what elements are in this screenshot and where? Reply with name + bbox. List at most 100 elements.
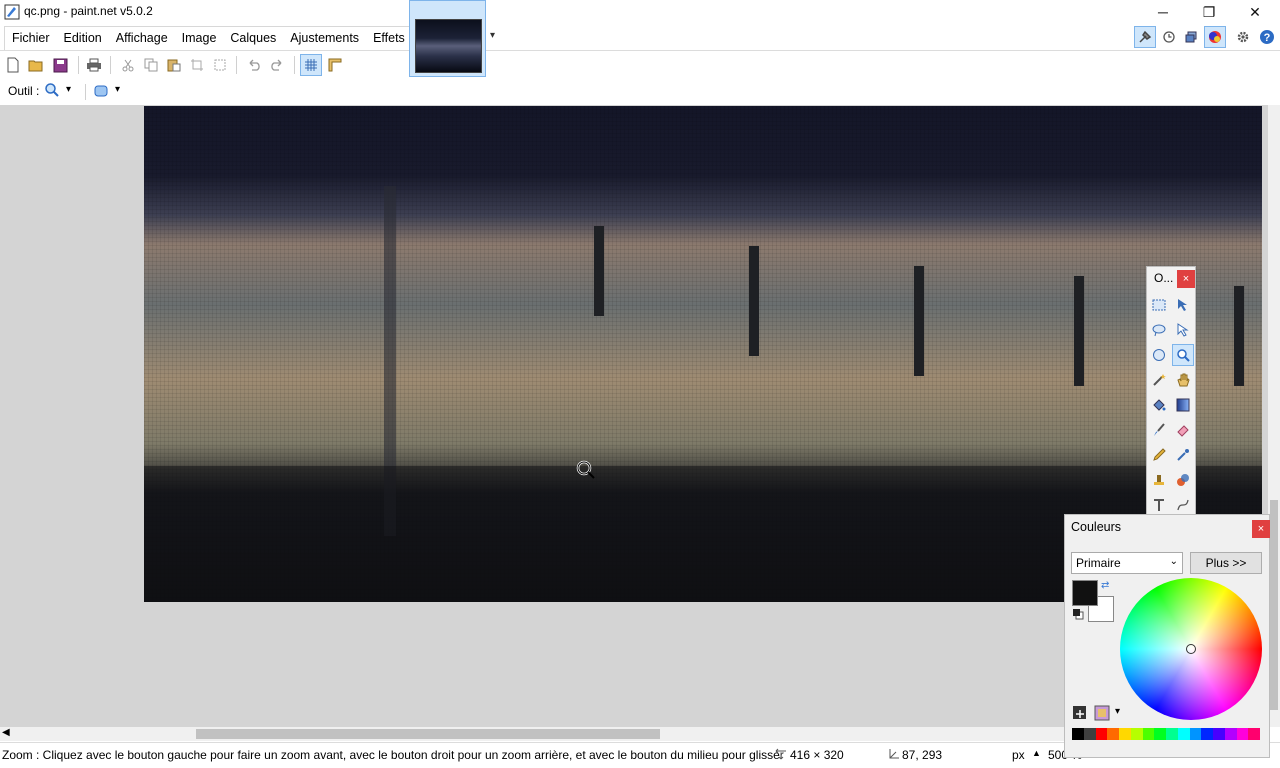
palette-swatch[interactable] (1107, 728, 1119, 740)
minimize-button[interactable]: ─ (1140, 0, 1186, 24)
colors-window-close-button[interactable]: × (1252, 520, 1270, 538)
tool-dropdown-chevron-icon[interactable]: ▾ (66, 84, 71, 95)
status-cursor-position: 87, 293 (902, 748, 943, 762)
undo-icon[interactable] (244, 55, 264, 75)
status-unit[interactable]: px (1012, 748, 1025, 762)
layers-icon[interactable] (1180, 26, 1202, 48)
menu-effets[interactable]: Effets (366, 27, 412, 51)
chevron-down-icon[interactable]: ▾ (490, 30, 495, 41)
copy-icon[interactable] (141, 55, 161, 75)
cursor-position-icon (888, 748, 900, 760)
tool-label: Outil : (8, 84, 40, 98)
toolbar-divider (78, 56, 79, 74)
palette-swatch[interactable] (1236, 728, 1249, 740)
add-color-icon[interactable] (1072, 705, 1088, 721)
maximize-button[interactable]: ❐ (1186, 0, 1232, 24)
menu-edition[interactable]: Edition (57, 27, 109, 51)
palette-swatch[interactable] (1130, 728, 1143, 740)
lasso-tool-icon[interactable] (1148, 319, 1170, 341)
color-picker-tool-icon[interactable] (1172, 444, 1194, 466)
zoom-icon[interactable] (44, 82, 60, 98)
unit-dropdown-chevron-icon[interactable]: ▲ (1032, 748, 1041, 758)
color-palette[interactable] (1072, 728, 1260, 740)
app-icon (4, 4, 20, 20)
open-icon[interactable] (26, 55, 46, 75)
palette-swatch[interactable] (1177, 728, 1190, 740)
cut-icon[interactable] (118, 55, 138, 75)
eraser-tool-icon[interactable] (1172, 419, 1194, 441)
palette-swatch[interactable] (1083, 728, 1096, 740)
history-icon[interactable] (1158, 26, 1180, 48)
palette-swatch[interactable] (1142, 728, 1155, 740)
tools-window-icon[interactable] (1134, 26, 1156, 48)
tools-window-title: O... (1154, 271, 1174, 285)
image-size-icon (775, 748, 787, 760)
pencil-tool-icon[interactable] (1148, 444, 1170, 466)
menu-divider (0, 50, 1280, 51)
palette-swatch[interactable] (1095, 728, 1108, 740)
grid-icon[interactable] (300, 54, 322, 76)
redo-icon[interactable] (267, 55, 287, 75)
scroll-left-arrow-icon[interactable]: ◀ (2, 727, 10, 738)
palette-swatch[interactable] (1166, 728, 1178, 740)
magic-wand-tool-icon[interactable] (1148, 369, 1170, 391)
text-tool-icon[interactable] (1148, 494, 1170, 516)
palette-swatch[interactable] (1072, 728, 1084, 740)
recolor-tool-icon[interactable] (1172, 469, 1194, 491)
paint-bucket-tool-icon[interactable] (1148, 394, 1170, 416)
help-icon[interactable]: ? (1256, 26, 1278, 48)
close-button[interactable]: ✕ (1232, 0, 1278, 24)
swap-colors-icon[interactable]: ⇄ (1101, 580, 1109, 591)
new-icon[interactable] (3, 55, 23, 75)
ellipse-select-tool-icon[interactable] (1148, 344, 1170, 366)
status-image-size: 416 × 320 (790, 748, 844, 762)
palette-swatch[interactable] (1119, 728, 1131, 740)
print-icon[interactable] (84, 55, 104, 75)
paintbrush-tool-icon[interactable] (1148, 419, 1170, 441)
palette-swatch[interactable] (1213, 728, 1225, 740)
tools-window-close-button[interactable]: × (1177, 270, 1195, 288)
settings-gear-icon[interactable] (1232, 26, 1254, 48)
move-selection-tool-icon[interactable] (1172, 294, 1194, 316)
move-selected-tool-icon[interactable] (1172, 319, 1194, 341)
deselect-icon[interactable] (210, 55, 230, 75)
color-wheel-marker[interactable] (1186, 644, 1196, 654)
more-colors-button[interactable]: Plus >> (1190, 552, 1262, 574)
ruler-icon[interactable] (325, 55, 345, 75)
gradient-tool-icon[interactable] (1172, 394, 1194, 416)
toolbar-divider (236, 56, 237, 74)
palette-swatch[interactable] (1154, 728, 1166, 740)
clone-stamp-tool-icon[interactable] (1148, 469, 1170, 491)
color-mode-value: Primaire (1076, 556, 1121, 570)
svg-text:?: ? (1264, 32, 1271, 44)
save-icon[interactable] (50, 55, 70, 75)
zoom-tool-icon[interactable] (1172, 344, 1194, 366)
pan-tool-icon[interactable] (1172, 369, 1194, 391)
toolbar-divider (294, 56, 295, 74)
colors-window-icon[interactable] (1204, 26, 1226, 48)
menu-affichage[interactable]: Affichage (109, 27, 175, 51)
status-hint: Zoom : Cliquez avec le bouton gauche pou… (2, 748, 784, 762)
color-mode-select[interactable]: Primaire ⌄ (1071, 552, 1183, 574)
palette-swatch[interactable] (1248, 728, 1260, 740)
crop-icon[interactable] (187, 55, 207, 75)
palette-swatch[interactable] (1189, 728, 1202, 740)
palette-dropdown-chevron-icon[interactable]: ▾ (1115, 706, 1120, 717)
horizontal-scroll-thumb[interactable] (196, 729, 660, 739)
paste-icon[interactable] (164, 55, 184, 75)
line-curve-tool-icon[interactable] (1172, 494, 1194, 516)
palette-swatch[interactable] (1224, 728, 1237, 740)
reset-colors-icon[interactable] (1072, 608, 1084, 620)
menu-calques[interactable]: Calques (223, 27, 283, 51)
menu-ajustements[interactable]: Ajustements (283, 27, 366, 51)
palette-swatch[interactable] (1201, 728, 1213, 740)
palette-icon[interactable] (1094, 705, 1110, 721)
rectangle-select-tool-icon[interactable] (1148, 294, 1170, 316)
menu-image[interactable]: Image (175, 27, 224, 51)
selection-mode-icon[interactable] (93, 83, 109, 99)
menu-fichier[interactable]: Fichier (5, 27, 57, 51)
primary-color-swatch[interactable] (1072, 580, 1098, 606)
vertical-scroll-thumb[interactable] (1270, 500, 1278, 710)
selection-dropdown-chevron-icon[interactable]: ▾ (115, 84, 120, 95)
toolbar-divider (110, 56, 111, 74)
